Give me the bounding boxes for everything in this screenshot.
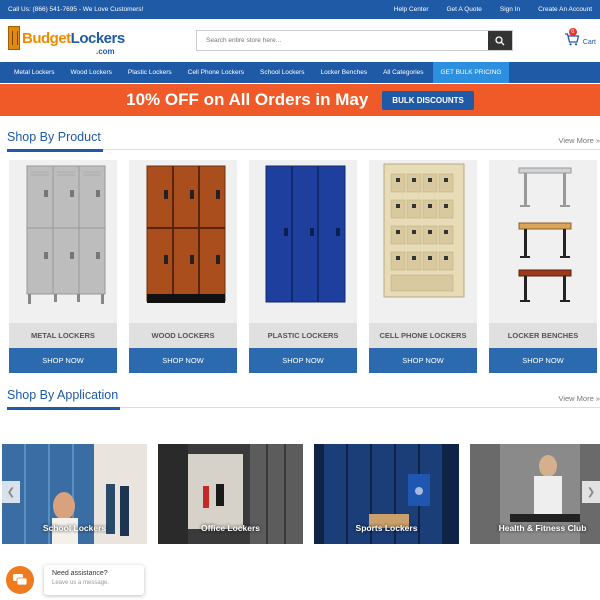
nav-bulk-pricing[interactable]: GET BULK PRICING <box>432 62 510 83</box>
shop-now-button[interactable]: SHOP NOW <box>489 348 597 373</box>
shop-by-application-header: Shop By Application View More » <box>7 386 600 410</box>
header: BudgetLockers .com 0 Cart <box>0 19 600 62</box>
top-bar: Call Us: (866) 541-7695 - We Love Custom… <box>0 0 600 19</box>
product-label: METAL LOCKERS <box>9 323 117 348</box>
section-title: Shop By Product <box>7 130 103 152</box>
product-label: CELL PHONE LOCKERS <box>369 323 477 348</box>
chevron-left-icon: ❮ <box>6 486 16 498</box>
shop-by-product-header: Shop By Product View More » <box>7 128 600 152</box>
get-a-quote-link[interactable]: Get A Quote <box>446 6 481 13</box>
nav-school-lockers[interactable]: School Lockers <box>252 62 312 83</box>
nav-plastic-lockers[interactable]: Plastic Lockers <box>120 62 180 83</box>
shop-now-button[interactable]: SHOP NOW <box>9 348 117 373</box>
sign-in-link[interactable]: Sign In <box>500 6 520 13</box>
cart-label: Cart <box>582 39 596 46</box>
phone-text: Call Us: (866) 541-7695 - We Love Custom… <box>8 6 144 13</box>
application-label: Sports Lockers <box>355 523 418 533</box>
product-card-wood-lockers: WOOD LOCKERS SHOP NOW <box>129 160 237 373</box>
application-card-sports-lockers[interactable]: Sports Lockers <box>314 444 459 544</box>
nav-metal-lockers[interactable]: Metal Lockers <box>0 62 62 83</box>
locker-benches-image[interactable] <box>489 160 597 323</box>
application-card-health-fitness[interactable]: Health & Fitness Club <box>470 444 600 544</box>
plastic-lockers-image[interactable] <box>249 160 357 323</box>
application-label: School Lockers <box>42 523 107 533</box>
carousel-prev-button[interactable]: ❮ <box>2 481 20 503</box>
search-bar <box>196 30 513 51</box>
shop-now-button[interactable]: SHOP NOW <box>129 348 237 373</box>
nav-all-categories[interactable]: All Categories <box>375 62 431 83</box>
locker-logo-icon <box>8 26 20 50</box>
main-nav: Metal Lockers Wood Lockers Plastic Locke… <box>0 62 600 83</box>
promo-text: 10% OFF on All Orders in May <box>126 90 369 109</box>
logo-domain: .com <box>96 47 115 56</box>
chat-icon <box>13 574 27 586</box>
nav-cell-phone-lockers[interactable]: Cell Phone Lockers <box>180 62 252 83</box>
application-carousel: School Lockers Office Lockers Sports Loc… <box>2 444 600 544</box>
top-links: Help Center Get A Quote Sign In Create A… <box>394 6 592 13</box>
carousel-next-button[interactable]: ❯ <box>582 481 600 503</box>
product-label: PLASTIC LOCKERS <box>249 323 357 348</box>
nav-wood-lockers[interactable]: Wood Lockers <box>62 62 119 83</box>
cell-phone-lockers-image[interactable] <box>369 160 477 323</box>
chat-title: Need assistance? <box>52 570 108 577</box>
application-label: Office Lockers <box>200 523 261 533</box>
view-more-link[interactable]: View More » <box>558 136 600 145</box>
shop-now-button[interactable]: SHOP NOW <box>369 348 477 373</box>
help-center-link[interactable]: Help Center <box>394 6 429 13</box>
product-card-plastic-lockers: PLASTIC LOCKERS SHOP NOW <box>249 160 357 373</box>
wood-lockers-image[interactable] <box>129 160 237 323</box>
create-account-link[interactable]: Create An Account <box>538 6 592 13</box>
application-card-school-lockers[interactable]: School Lockers <box>2 444 147 544</box>
view-more-link[interactable]: View More » <box>558 394 600 403</box>
product-label: LOCKER BENCHES <box>489 323 597 348</box>
application-card-office-lockers[interactable]: Office Lockers <box>158 444 303 544</box>
search-icon <box>495 35 505 45</box>
section-title: Shop By Application <box>7 388 121 410</box>
bulk-discounts-button[interactable]: BULK DISCOUNTS <box>382 90 474 110</box>
product-card-locker-benches: LOCKER BENCHES SHOP NOW <box>489 160 597 373</box>
chat-subtitle: Leave us a message. <box>52 580 110 586</box>
metal-lockers-image[interactable] <box>9 160 117 323</box>
promo-banner[interactable]: 10% OFF on All Orders in May BULK DISCOU… <box>0 84 600 116</box>
product-label: WOOD LOCKERS <box>129 323 237 348</box>
product-card-cell-phone-lockers: CELL PHONE LOCKERS SHOP NOW <box>369 160 477 373</box>
logo-text-budget: Budget <box>22 29 71 47</box>
cart-button[interactable]: 0 Cart <box>564 28 596 46</box>
logo-text-lockers: Lockers <box>70 29 126 47</box>
product-card-metal-lockers: METAL LOCKERS SHOP NOW <box>9 160 117 373</box>
application-label: Health & Fitness Club <box>498 523 587 533</box>
cart-count-badge: 0 <box>568 28 577 36</box>
chat-prompt[interactable]: Need assistance? Leave us a message. <box>44 565 144 595</box>
chat-launcher-button[interactable] <box>6 566 34 594</box>
shop-now-button[interactable]: SHOP NOW <box>249 348 357 373</box>
search-button[interactable] <box>488 31 512 50</box>
product-grid: METAL LOCKERS SHOP NOW WOOD LOCKERS SHOP… <box>9 160 597 373</box>
chevron-right-icon: ❯ <box>586 486 596 498</box>
nav-locker-benches[interactable]: Locker Benches <box>312 62 375 83</box>
search-input[interactable] <box>197 31 488 50</box>
